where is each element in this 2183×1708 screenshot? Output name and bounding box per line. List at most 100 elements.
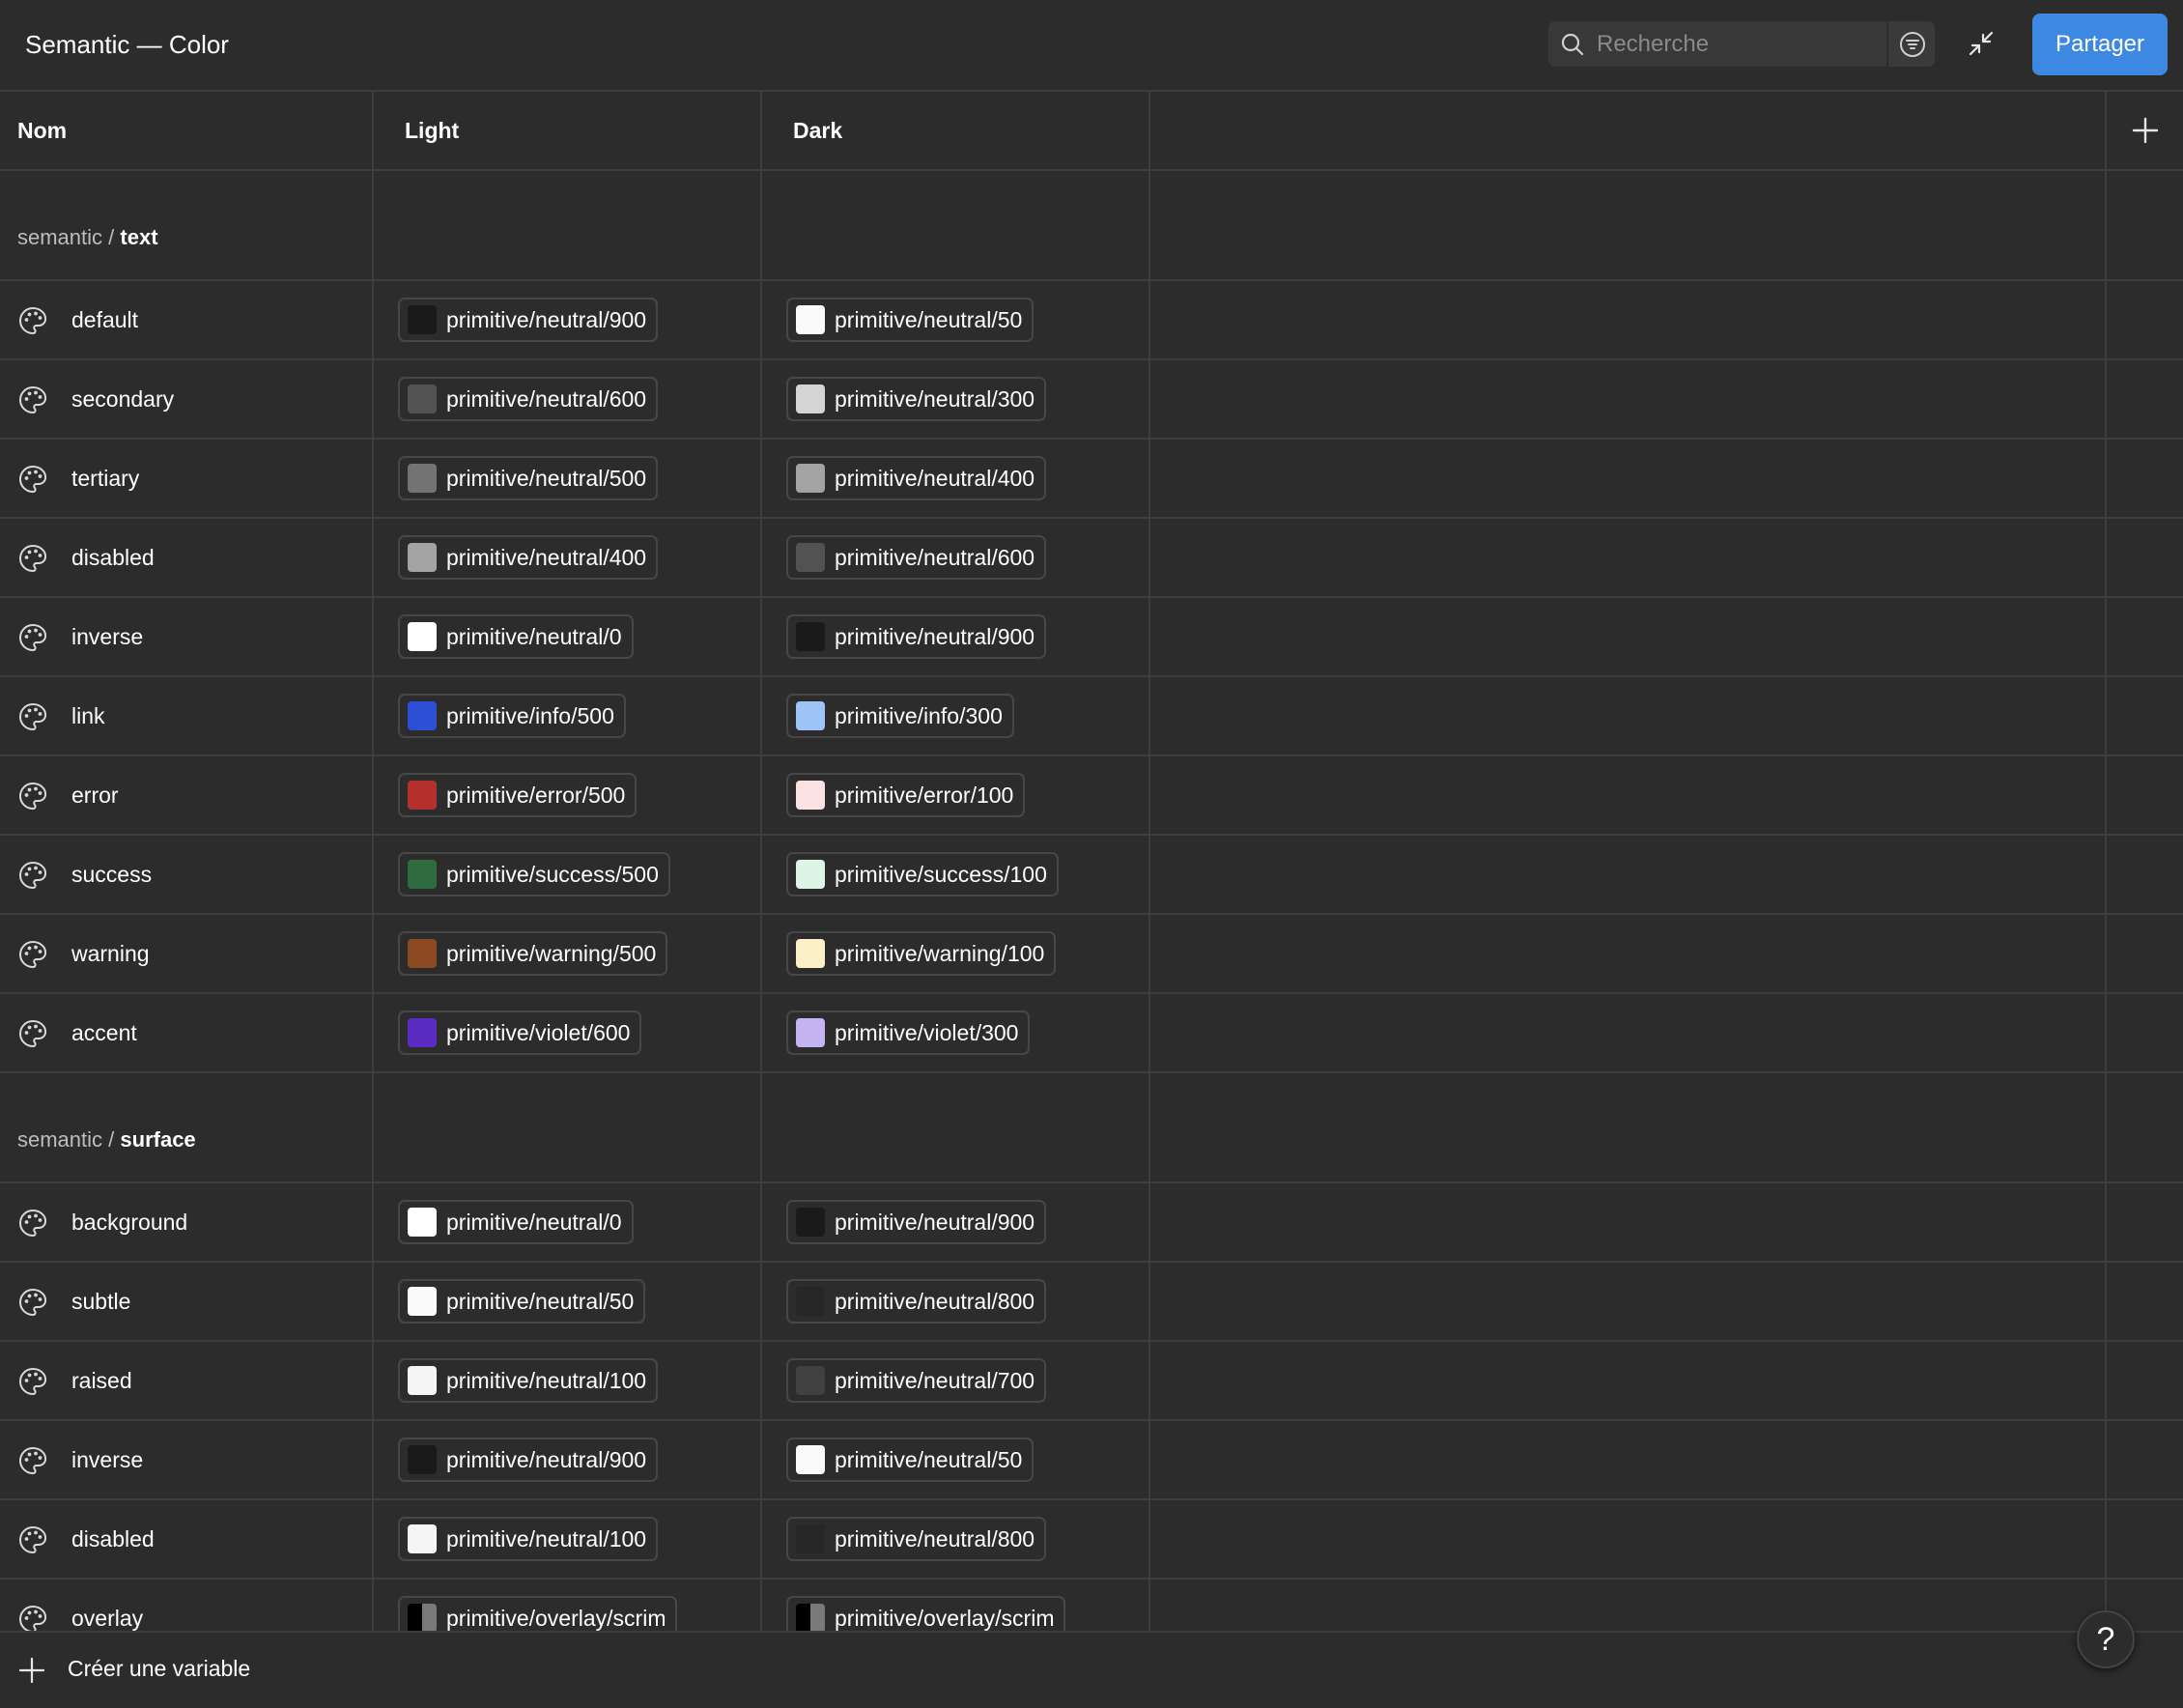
table-row[interactable]: warning primitive/warning/500 primitive/wa… bbox=[0, 915, 2183, 994]
dark-value-label: primitive/warning/100 bbox=[835, 940, 1045, 966]
light-value-chip[interactable]: primitive/success/500 bbox=[398, 852, 670, 897]
light-value-chip[interactable]: primitive/neutral/400 bbox=[398, 535, 659, 580]
table-row[interactable]: raised primitive/neutral/100 primitive/neu… bbox=[0, 1342, 2183, 1421]
variable-name[interactable]: accent bbox=[71, 1018, 137, 1047]
variable-name[interactable]: default bbox=[71, 305, 138, 334]
variable-name[interactable]: tertiary bbox=[71, 464, 139, 493]
variable-name[interactable]: disabled bbox=[71, 1524, 155, 1553]
color-swatch bbox=[796, 1208, 825, 1237]
dark-value-chip[interactable]: primitive/neutral/300 bbox=[786, 377, 1047, 421]
dark-value-chip[interactable]: primitive/success/100 bbox=[786, 852, 1059, 897]
dark-value-chip[interactable]: primitive/violet/300 bbox=[786, 1011, 1031, 1055]
light-value-chip[interactable]: primitive/neutral/100 bbox=[398, 1517, 659, 1561]
variable-name[interactable]: background bbox=[71, 1208, 187, 1237]
help-button[interactable]: ? bbox=[2077, 1610, 2135, 1668]
dark-value-chip[interactable]: primitive/error/100 bbox=[786, 773, 1026, 817]
search-box[interactable] bbox=[1548, 21, 1935, 67]
plus-icon[interactable] bbox=[17, 1656, 46, 1685]
variable-name[interactable]: warning bbox=[71, 939, 150, 968]
table-row[interactable]: inverse primitive/neutral/900 primitive/ne… bbox=[0, 1421, 2183, 1500]
light-value-chip[interactable]: primitive/overlay/scrim bbox=[398, 1596, 678, 1631]
dark-value-chip[interactable]: primitive/overlay/scrim bbox=[786, 1596, 1066, 1631]
table-row[interactable]: accent primitive/violet/600 primitive/viol… bbox=[0, 994, 2183, 1073]
group-name: text bbox=[120, 225, 158, 249]
variable-name[interactable]: raised bbox=[71, 1366, 132, 1395]
share-button[interactable]: Partager bbox=[2032, 14, 2168, 75]
light-value-label: primitive/neutral/0 bbox=[446, 623, 622, 649]
light-value-chip[interactable]: primitive/neutral/0 bbox=[398, 1200, 634, 1244]
table-row[interactable]: success primitive/success/500 primitive/su… bbox=[0, 836, 2183, 915]
light-value-chip[interactable]: primitive/neutral/100 bbox=[398, 1358, 659, 1403]
variable-name[interactable]: inverse bbox=[71, 1445, 143, 1474]
add-mode-icon[interactable] bbox=[2131, 116, 2160, 145]
variable-name[interactable]: secondary bbox=[71, 384, 174, 413]
dark-value-chip[interactable]: primitive/neutral/900 bbox=[786, 1200, 1047, 1244]
column-dark-header[interactable]: Dark bbox=[793, 92, 842, 169]
light-value-chip[interactable]: primitive/neutral/50 bbox=[398, 1279, 646, 1324]
variable-name[interactable]: subtle bbox=[71, 1287, 130, 1316]
dark-value-chip[interactable]: primitive/neutral/400 bbox=[786, 456, 1047, 500]
table-row[interactable]: disabled primitive/neutral/100 primitive/n… bbox=[0, 1500, 2183, 1580]
light-value-chip[interactable]: primitive/violet/600 bbox=[398, 1011, 642, 1055]
collapse-icon[interactable] bbox=[1965, 27, 1998, 60]
dark-value-label: primitive/neutral/50 bbox=[835, 1446, 1023, 1472]
column-light-header[interactable]: Light bbox=[405, 92, 459, 169]
color-swatch bbox=[796, 384, 825, 413]
create-variable-button[interactable]: Créer une variable bbox=[68, 1656, 250, 1682]
dark-value-chip[interactable]: primitive/neutral/800 bbox=[786, 1279, 1047, 1324]
color-swatch bbox=[796, 1018, 825, 1047]
color-swatch bbox=[796, 701, 825, 730]
dark-value-chip[interactable]: primitive/neutral/600 bbox=[786, 535, 1047, 580]
table-row[interactable]: overlay primitive/overlay/scrim primitive/… bbox=[0, 1580, 2183, 1631]
light-value-chip[interactable]: primitive/info/500 bbox=[398, 694, 626, 738]
table-row[interactable]: tertiary primitive/neutral/500 primitive/n… bbox=[0, 440, 2183, 519]
dark-value-chip[interactable]: primitive/neutral/800 bbox=[786, 1517, 1047, 1561]
dark-value-chip[interactable]: primitive/neutral/50 bbox=[786, 298, 1035, 342]
filter-button[interactable] bbox=[1886, 21, 1935, 67]
light-value-chip[interactable]: primitive/neutral/900 bbox=[398, 298, 659, 342]
light-value-chip[interactable]: primitive/error/500 bbox=[398, 773, 638, 817]
color-swatch bbox=[408, 1524, 437, 1553]
variable-name[interactable]: link bbox=[71, 701, 105, 730]
table-row[interactable]: subtle primitive/neutral/50 primitive/neut… bbox=[0, 1263, 2183, 1342]
table-row[interactable]: inverse primitive/neutral/0 primitive/neut… bbox=[0, 598, 2183, 677]
column-name-header[interactable]: Nom bbox=[17, 92, 67, 169]
color-swatch bbox=[408, 1445, 437, 1474]
dark-value-chip[interactable]: primitive/info/300 bbox=[786, 694, 1014, 738]
dark-value-chip[interactable]: primitive/neutral/700 bbox=[786, 1358, 1047, 1403]
table-row[interactable]: error primitive/error/500 primitive/error/… bbox=[0, 756, 2183, 836]
table-row[interactable]: default primitive/neutral/900 primitive/ne… bbox=[0, 281, 2183, 360]
light-value-chip[interactable]: primitive/neutral/0 bbox=[398, 614, 634, 659]
dark-value-label: primitive/neutral/300 bbox=[835, 385, 1035, 412]
light-value-chip[interactable]: primitive/neutral/900 bbox=[398, 1438, 659, 1482]
palette-icon bbox=[17, 1524, 48, 1555]
variable-name[interactable]: success bbox=[71, 860, 152, 889]
dark-value-chip[interactable]: primitive/neutral/900 bbox=[786, 614, 1047, 659]
table-row[interactable]: secondary primitive/neutral/600 primitive/… bbox=[0, 360, 2183, 440]
dark-value-chip[interactable]: primitive/warning/100 bbox=[786, 931, 1057, 976]
column-divider bbox=[2105, 92, 2107, 1631]
table-row[interactable]: link primitive/info/500 primitive/info/300 bbox=[0, 677, 2183, 756]
variable-name[interactable]: overlay bbox=[71, 1604, 143, 1631]
search-input[interactable] bbox=[1597, 21, 1886, 67]
dark-value-label: primitive/overlay/scrim bbox=[835, 1605, 1055, 1631]
palette-icon bbox=[17, 860, 48, 891]
palette-icon bbox=[17, 1018, 48, 1049]
dark-value-label: primitive/neutral/50 bbox=[835, 306, 1023, 332]
light-value-chip[interactable]: primitive/neutral/600 bbox=[398, 377, 659, 421]
column-divider bbox=[372, 92, 374, 1631]
variable-name[interactable]: error bbox=[71, 781, 119, 810]
footer: Créer une variable bbox=[0, 1631, 2183, 1708]
page-title: Semantic — Color bbox=[25, 30, 229, 59]
light-value-chip[interactable]: primitive/warning/500 bbox=[398, 931, 668, 976]
light-value-label: primitive/neutral/0 bbox=[446, 1209, 622, 1235]
variable-name[interactable]: inverse bbox=[71, 622, 143, 651]
dark-value-label: primitive/neutral/700 bbox=[835, 1367, 1035, 1393]
table-row[interactable]: disabled primitive/neutral/400 primitive/n… bbox=[0, 519, 2183, 598]
dark-value-label: primitive/neutral/800 bbox=[835, 1525, 1035, 1551]
color-swatch bbox=[408, 464, 437, 493]
table-row[interactable]: background primitive/neutral/0 primitive/n… bbox=[0, 1183, 2183, 1263]
light-value-chip[interactable]: primitive/neutral/500 bbox=[398, 456, 659, 500]
dark-value-chip[interactable]: primitive/neutral/50 bbox=[786, 1438, 1035, 1482]
variable-name[interactable]: disabled bbox=[71, 543, 155, 572]
